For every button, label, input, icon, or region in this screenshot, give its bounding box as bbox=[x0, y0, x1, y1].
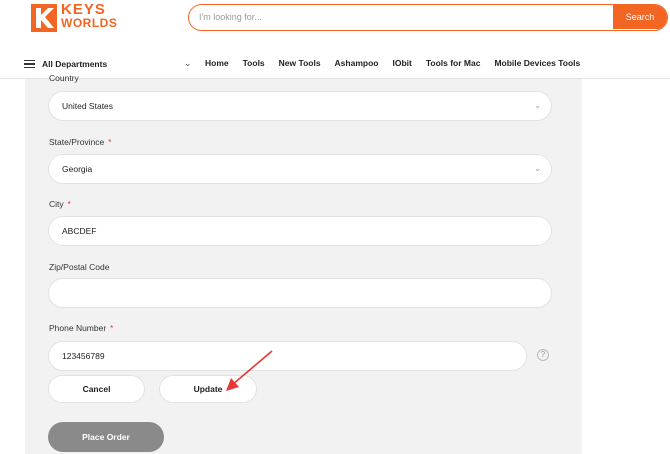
city-label: City * bbox=[49, 199, 71, 209]
country-label: Country bbox=[49, 73, 79, 83]
zip-label: Zip/Postal Code bbox=[49, 262, 110, 272]
nav-link-mobile-devices-tools[interactable]: Mobile Devices Tools bbox=[494, 58, 580, 68]
country-select[interactable]: United States ⌄ bbox=[48, 91, 552, 121]
help-icon[interactable]: ? bbox=[537, 349, 549, 361]
phone-input[interactable]: 123456789 bbox=[48, 341, 527, 371]
cancel-button[interactable]: Cancel bbox=[48, 375, 145, 403]
hamburger-icon bbox=[24, 59, 35, 69]
site-header: KEYS WORLDS Search bbox=[0, 0, 670, 44]
zip-input[interactable] bbox=[48, 278, 552, 308]
search-button[interactable]: Search bbox=[613, 5, 667, 29]
state-label: State/Province * bbox=[49, 137, 112, 147]
search-bar: Search bbox=[188, 4, 668, 31]
phone-label: Phone Number * bbox=[49, 323, 114, 333]
annotation-arrow-icon bbox=[226, 350, 273, 391]
nav-link-tools[interactable]: Tools bbox=[243, 58, 265, 68]
nav-links: Home Tools New Tools Ashampoo IObit Tool… bbox=[205, 58, 580, 68]
main-nav: All Departments ⌄ Home Tools New Tools A… bbox=[0, 47, 670, 79]
all-departments-label: All Departments bbox=[42, 59, 108, 69]
logo-text: KEYS WORLDS bbox=[61, 1, 118, 30]
search-input[interactable] bbox=[199, 5, 599, 29]
logo-line1: KEYS bbox=[61, 1, 106, 18]
page-margin bbox=[582, 79, 670, 454]
keysworlds-logo[interactable]: KEYS WORLDS bbox=[31, 1, 118, 33]
logo-line2: WORLDS bbox=[61, 16, 118, 30]
nav-link-home[interactable]: Home bbox=[205, 58, 229, 68]
chevron-down-icon: ⌄ bbox=[184, 58, 192, 68]
nav-link-tools-for-mac[interactable]: Tools for Mac bbox=[426, 58, 481, 68]
logo-k-icon bbox=[31, 4, 57, 32]
city-value: ABCDEF bbox=[62, 226, 97, 236]
select-arrow-icon: ⌄ bbox=[534, 164, 541, 173]
nav-link-new-tools[interactable]: New Tools bbox=[279, 58, 321, 68]
country-value: United States bbox=[62, 101, 114, 111]
select-arrow-icon: ⌄ bbox=[534, 101, 541, 110]
city-input[interactable]: ABCDEF bbox=[48, 216, 552, 246]
state-select[interactable]: Georgia ⌄ bbox=[48, 154, 552, 184]
all-departments-menu[interactable]: All Departments ⌄ bbox=[24, 55, 192, 73]
state-value: Georgia bbox=[62, 164, 93, 174]
place-order-button[interactable]: Place Order bbox=[48, 422, 164, 452]
nav-link-ashampoo[interactable]: Ashampoo bbox=[335, 58, 379, 68]
nav-link-iobit[interactable]: IObit bbox=[392, 58, 411, 68]
phone-value: 123456789 bbox=[62, 351, 105, 361]
